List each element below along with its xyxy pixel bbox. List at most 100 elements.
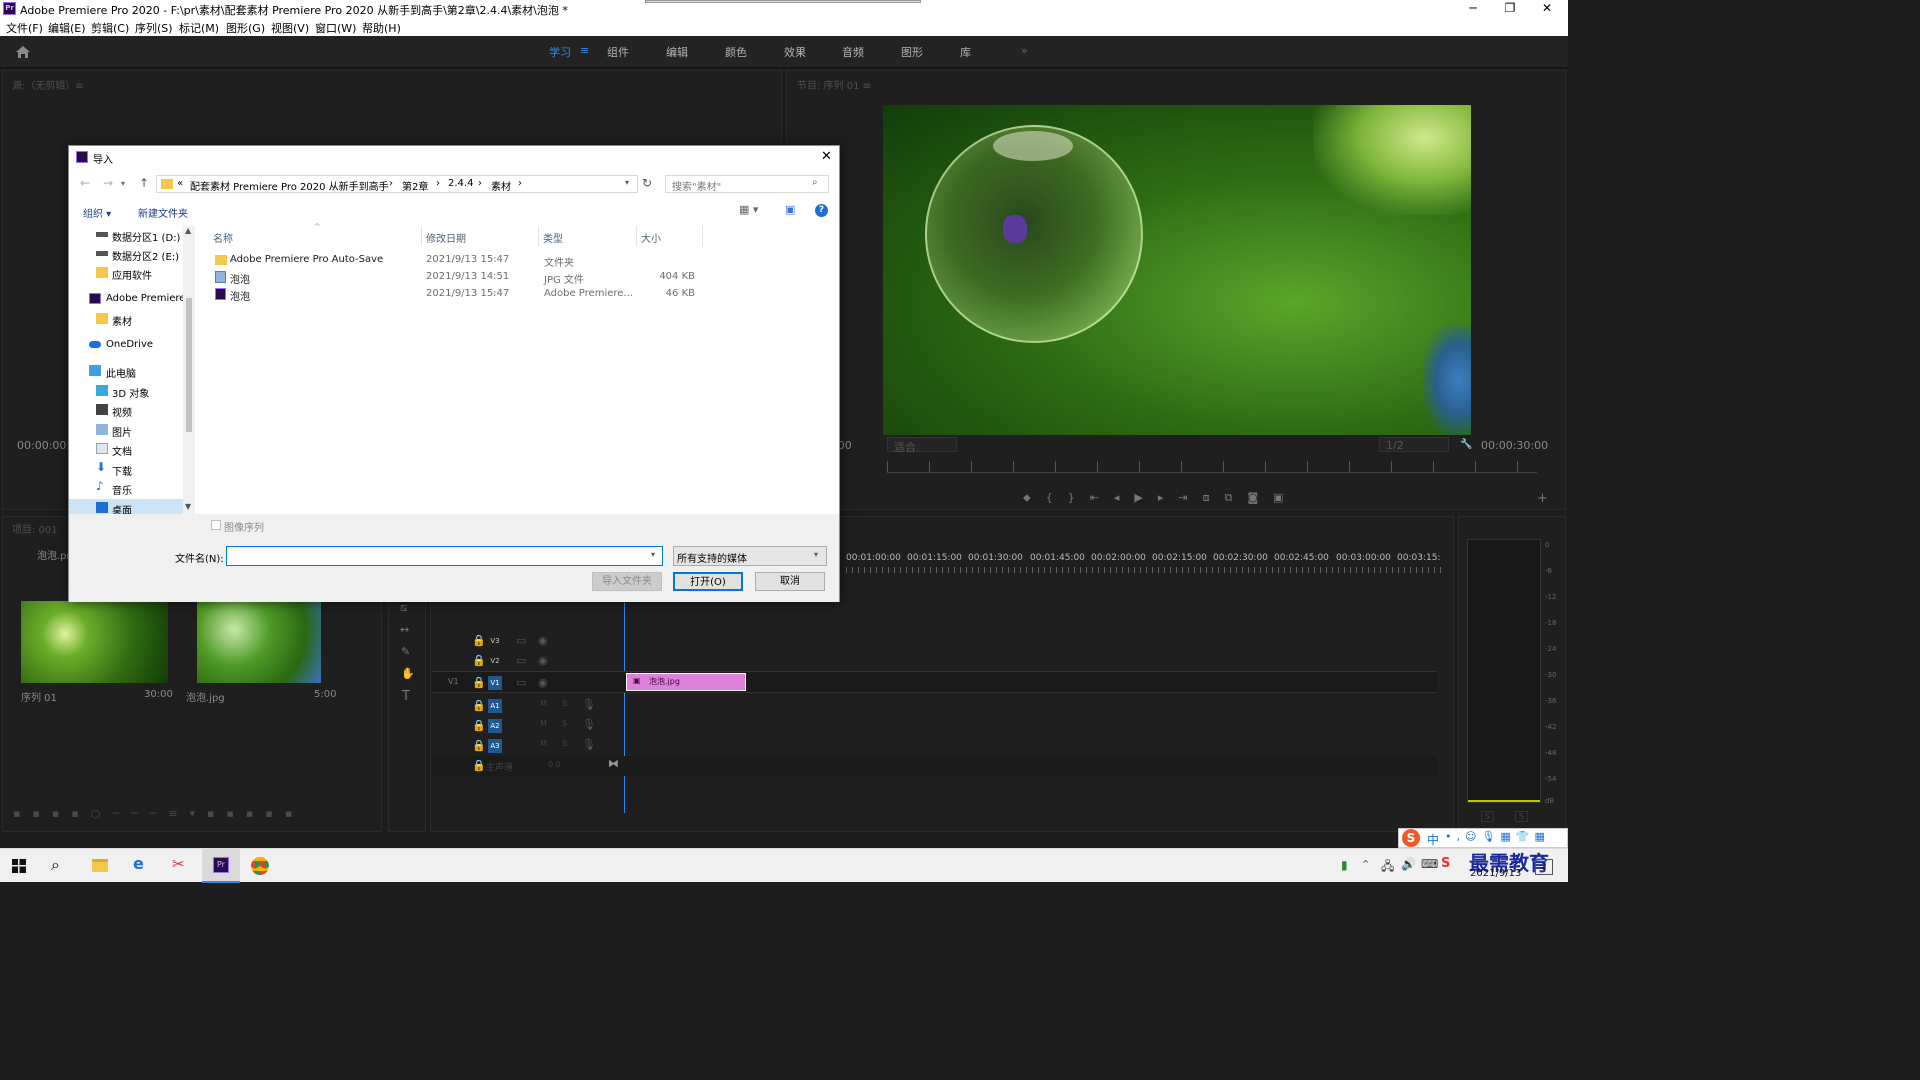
recent-locations-icon[interactable]: ▾ <box>121 179 125 188</box>
project-panel-toolbar[interactable]: ▪▪▪▪○───≡▾▪▪▪▪▪ <box>13 807 373 821</box>
nav-adobe-premiere[interactable]: Adobe Premiere <box>69 290 185 309</box>
resolution-dropdown[interactable]: 1/2 <box>1379 437 1449 452</box>
path-segment[interactable]: 素材 <box>491 178 511 193</box>
nav-desktop[interactable]: 桌面 <box>69 499 183 514</box>
workspace-graphics[interactable]: 图形 <box>901 44 923 60</box>
workspace-menu-icon[interactable]: ≡ <box>580 44 589 57</box>
track-v2-label[interactable]: V2 <box>488 654 502 668</box>
workspace-effects[interactable]: 效果 <box>784 44 806 60</box>
help-icon[interactable]: ? <box>815 204 828 217</box>
maximize-button[interactable]: ❐ <box>1492 1 1528 15</box>
search-taskbar-icon[interactable]: ⌕ <box>51 855 60 875</box>
notification-icon[interactable]: 2 <box>1535 859 1553 875</box>
mute-button[interactable]: M <box>540 699 547 708</box>
path-segment[interactable]: 第2章 <box>402 178 428 193</box>
workspace-editing[interactable]: 编辑 <box>666 44 688 60</box>
path-segment[interactable]: 2.4.4 <box>448 178 473 189</box>
nav-drive-e[interactable]: 数据分区2 (E:) <box>69 245 181 264</box>
up-arrow-icon[interactable]: ↑ <box>139 176 149 190</box>
type-tool-icon[interactable]: T <box>402 689 410 704</box>
source-timecode[interactable]: 00:00:00: <box>17 439 70 452</box>
file-explorer-icon[interactable] <box>92 859 108 872</box>
mute-button[interactable]: M <box>540 719 547 728</box>
go-to-end-icon[interactable]: ⧓ <box>608 757 619 770</box>
program-panel-title[interactable]: 节目: 序列 01 ≡ <box>797 77 871 92</box>
lock-icon[interactable]: 🔒 <box>472 699 486 712</box>
add-button-icon[interactable]: + <box>1537 491 1548 506</box>
minimize-button[interactable]: ─ <box>1455 1 1491 15</box>
nav-music[interactable]: ♪ 音乐 <box>69 479 181 498</box>
solo-button[interactable]: S <box>562 699 567 708</box>
mic-icon[interactable]: 🎙 <box>582 698 596 711</box>
eye-icon[interactable]: ◉ <box>538 676 548 689</box>
mic-icon[interactable]: 🎙 <box>582 718 596 731</box>
forward-arrow-icon[interactable]: → <box>103 176 113 190</box>
date-display[interactable]: 2021/9/13 <box>1470 868 1521 879</box>
lock-icon[interactable]: 🔒 <box>472 634 486 647</box>
program-ruler[interactable] <box>887 461 1537 473</box>
home-icon[interactable] <box>15 45 31 59</box>
cancel-button[interactable]: 取消 <box>755 572 825 591</box>
source-patch-v1[interactable]: V1 <box>448 677 459 686</box>
transport-controls[interactable]: ⬥{}⇤◂▶▸⇥⧈⧉◙▣ <box>1023 491 1353 505</box>
back-arrow-icon[interactable]: ← <box>80 176 90 190</box>
open-button[interactable]: 打开(O) <box>673 572 743 591</box>
edge-icon[interactable]: e <box>133 854 144 873</box>
dialog-close-button[interactable]: ✕ <box>821 149 832 164</box>
nav-3d-objects[interactable]: 3D 对象 <box>69 382 181 401</box>
preview-pane-icon[interactable]: ▣ <box>785 203 795 216</box>
filename-dropdown-icon[interactable]: ▾ <box>651 550 655 559</box>
workspace-audio[interactable]: 音频 <box>842 44 864 60</box>
file-row[interactable]: 泡泡 2021/9/13 15:47 Adobe Premiere... 46 … <box>213 286 703 303</box>
source-panel-title[interactable]: 源:（无剪辑）≡ <box>12 77 84 92</box>
volume-icon[interactable]: 🔊 <box>1401 857 1416 871</box>
nav-this-pc[interactable]: 此电脑 <box>69 362 181 381</box>
program-timecode-right[interactable]: 00:00:30:00 <box>1481 439 1548 452</box>
address-bar[interactable]: « 配套素材 Premiere Pro 2020 从新手到高手 › 第2章 › … <box>156 175 638 193</box>
workspace-libraries[interactable]: 库 <box>960 44 971 60</box>
nav-pictures[interactable]: 图片 <box>69 421 181 440</box>
nav-material[interactable]: 素材 <box>69 310 181 329</box>
file-row[interactable]: 泡泡 2021/9/13 14:51 JPG 文件 404 KB <box>213 269 703 286</box>
lock-icon[interactable]: 🔒 <box>472 739 486 752</box>
sync-lock-icon[interactable]: ▭ <box>516 654 526 667</box>
close-window-button[interactable]: ✕ <box>1529 1 1565 15</box>
workspace-color[interactable]: 颜色 <box>725 44 747 60</box>
windows-start-icon[interactable] <box>12 859 26 873</box>
mute-button[interactable]: M <box>540 739 547 748</box>
track-a2-label[interactable]: A2 <box>488 719 502 733</box>
menu-file[interactable]: 文件(F) <box>6 20 43 36</box>
solo-button[interactable]: S <box>562 739 567 748</box>
column-size[interactable]: 大小 <box>641 230 661 245</box>
clip-bubble-jpg[interactable]: ▣ 泡泡.jpg <box>626 673 746 691</box>
sogou-taskbar-icon[interactable]: S <box>1441 856 1450 871</box>
menu-graphics[interactable]: 图形(G) <box>226 20 265 36</box>
track-v1-label[interactable]: V1 <box>488 676 502 690</box>
eye-icon[interactable]: ◉ <box>538 654 548 667</box>
track-a3-label[interactable]: A3 <box>488 739 502 753</box>
nav-drive-d[interactable]: 数据分区1 (D:) <box>69 226 181 245</box>
meter-solo-right[interactable]: S <box>1515 811 1529 822</box>
premiere-taskbar-button[interactable]: Pr <box>202 849 240 883</box>
lock-icon[interactable]: 🔒 <box>472 719 486 732</box>
track-a1-label[interactable]: A1 <box>488 699 502 713</box>
nav-onedrive[interactable]: OneDrive <box>69 336 181 355</box>
path-segment[interactable]: 配套素材 Premiere Pro 2020 从新手到高手 <box>190 178 389 193</box>
keyboard-icon[interactable]: ⌨ <box>1421 857 1438 871</box>
file-row[interactable]: Adobe Premiere Pro Auto-Save 2021/9/13 1… <box>213 252 703 269</box>
image-sequence-checkbox[interactable] <box>211 520 221 530</box>
search-input[interactable]: 搜索"素材" ⌕ <box>665 175 829 193</box>
import-folder-button[interactable]: 导入文件夹 <box>592 572 662 591</box>
menu-view[interactable]: 视图(V) <box>271 20 309 36</box>
menu-help[interactable]: 帮助(H) <box>362 20 401 36</box>
ime-mode[interactable]: 中 <box>1427 831 1439 848</box>
track-v3-label[interactable]: V3 <box>488 634 502 648</box>
nav-downloads[interactable]: ⬇ 下载 <box>69 460 181 479</box>
lock-icon[interactable]: 🔒 <box>472 759 486 772</box>
meter-solo-left[interactable]: S <box>1481 811 1495 822</box>
network-icon[interactable]: 🖧 <box>1381 857 1394 878</box>
organize-menu[interactable]: 组织 ▾ <box>83 205 111 220</box>
sync-lock-icon[interactable]: ▭ <box>516 634 526 647</box>
column-type[interactable]: 类型 <box>543 230 563 245</box>
new-folder-button[interactable]: 新建文件夹 <box>138 205 188 220</box>
